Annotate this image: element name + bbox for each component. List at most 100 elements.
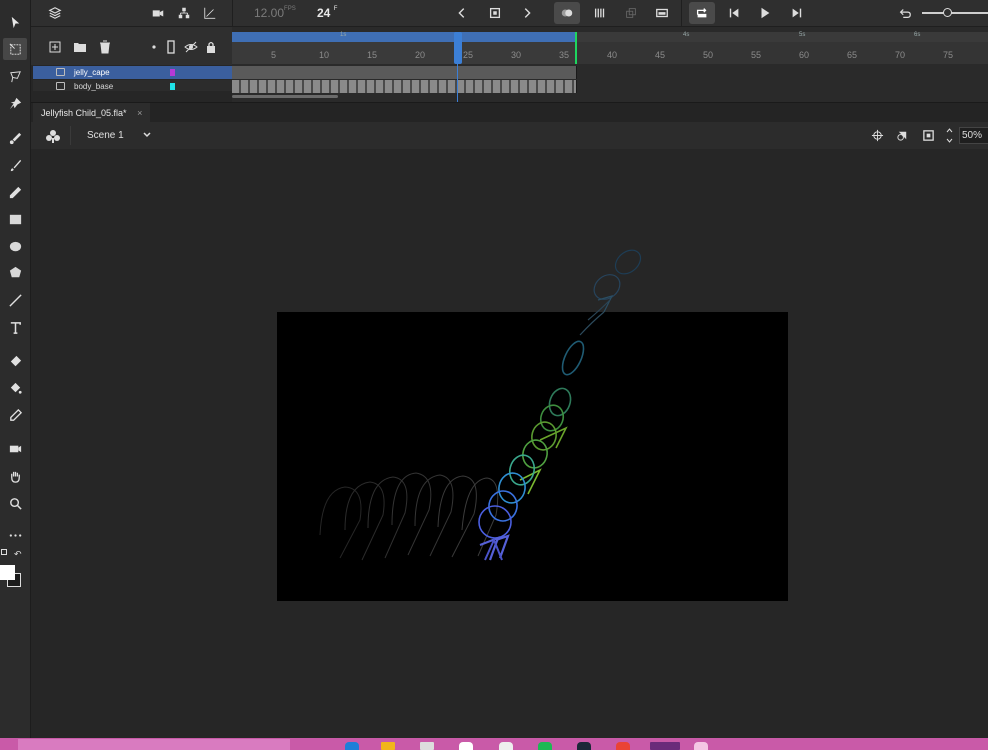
- fill-color-swatch[interactable]: [0, 565, 15, 580]
- text-icon[interactable]: [3, 316, 27, 338]
- pencil-icon[interactable]: [3, 181, 27, 203]
- stage[interactable]: [277, 312, 788, 601]
- frame-row-body-base[interactable]: [232, 80, 988, 93]
- onion-skin-icon[interactable]: [554, 2, 580, 24]
- brush-icon[interactable]: [3, 154, 27, 176]
- close-icon[interactable]: ×: [137, 108, 142, 118]
- fps-unit: FPS: [284, 6, 296, 12]
- taskbar-search[interactable]: [18, 739, 290, 750]
- frame-number: 35: [559, 50, 570, 60]
- paint-brush-icon[interactable]: [3, 127, 27, 149]
- file-explorer-icon[interactable]: [381, 742, 395, 750]
- layer-row-body-base[interactable]: body_base: [33, 80, 232, 91]
- spotify-icon[interactable]: [538, 742, 552, 750]
- scene-icon[interactable]: [45, 128, 61, 144]
- new-layer-icon[interactable]: [48, 40, 62, 54]
- zoom-stepper[interactable]: [945, 126, 954, 145]
- hide-layer-icon[interactable]: [184, 40, 198, 54]
- layer-color-swatch[interactable]: [170, 83, 175, 90]
- keyframe-icon[interactable]: [486, 4, 504, 22]
- default-colors-icon[interactable]: [1, 549, 7, 555]
- playhead[interactable]: [454, 32, 462, 64]
- seconds-ruler[interactable]: 1s 4s 5s 6s: [232, 32, 988, 42]
- loop-icon[interactable]: [689, 2, 715, 24]
- layers-stack-icon[interactable]: [46, 4, 64, 22]
- frame-row-jelly-cape[interactable]: [232, 66, 988, 79]
- play-icon[interactable]: [756, 4, 774, 22]
- center-stage-icon[interactable]: [871, 129, 884, 142]
- frame-unit: F: [333, 6, 338, 12]
- clip-stage-icon[interactable]: [922, 129, 935, 142]
- timeline-zoom-slider[interactable]: [922, 8, 988, 17]
- mail-icon[interactable]: [459, 742, 473, 750]
- edit-multiple-frames-icon[interactable]: [591, 4, 609, 22]
- folder-icon[interactable]: [73, 40, 87, 54]
- frame-number: 75: [943, 50, 954, 60]
- selected-frame-span: [232, 32, 577, 42]
- timeline-toolbar: 12.00FPS 24 F: [31, 0, 988, 27]
- layer-type-icon: [56, 82, 65, 90]
- frame-value: 24: [317, 6, 331, 20]
- swap-colors-icon[interactable]: ↶: [14, 549, 24, 559]
- more-icon[interactable]: [3, 524, 27, 546]
- pin-icon[interactable]: [3, 92, 27, 114]
- lock-icon[interactable]: [204, 40, 218, 54]
- rotate-stage-icon[interactable]: [896, 129, 909, 142]
- highlight-dot-icon[interactable]: [147, 40, 161, 54]
- zoom-icon[interactable]: [3, 492, 27, 514]
- layer-color-swatch[interactable]: [170, 69, 175, 76]
- step-back-icon[interactable]: [725, 4, 743, 22]
- camera-icon[interactable]: [3, 437, 27, 459]
- chevron-down-icon[interactable]: [142, 130, 152, 140]
- oval-icon[interactable]: [3, 235, 27, 257]
- step-forward-icon[interactable]: [788, 4, 806, 22]
- paint-bucket-icon[interactable]: [3, 377, 27, 399]
- parenting-icon[interactable]: [175, 4, 193, 22]
- free-transform-icon[interactable]: [3, 38, 27, 60]
- document-tab[interactable]: Jellyfish Child_05.fla* ×: [33, 103, 151, 123]
- frame-number: 15: [367, 50, 378, 60]
- undo-icon[interactable]: [896, 4, 914, 22]
- frame-span[interactable]: [232, 80, 577, 93]
- layer-row-jelly-cape[interactable]: jelly_cape: [33, 66, 232, 79]
- slider-knob[interactable]: [943, 8, 952, 17]
- eyedropper-icon[interactable]: [3, 404, 27, 426]
- frame-number: 70: [895, 50, 906, 60]
- chevron-left-icon[interactable]: [453, 4, 471, 22]
- fps-value: 12.00: [254, 6, 285, 20]
- rectangle-icon[interactable]: [3, 208, 27, 230]
- app-icon[interactable]: [499, 742, 513, 750]
- store-icon[interactable]: [420, 742, 434, 750]
- hand-icon[interactable]: [3, 465, 27, 487]
- eraser-icon[interactable]: [3, 350, 27, 372]
- layer-name: body_base: [74, 82, 114, 91]
- timeline-frames[interactable]: 1s 4s 5s 6s 5 10 15 20 25 30 35 40 45 50…: [232, 27, 988, 102]
- create-tween-icon[interactable]: [622, 4, 640, 22]
- graph-icon[interactable]: [201, 4, 219, 22]
- line-icon[interactable]: [3, 289, 27, 311]
- frame-display[interactable]: 24 F: [317, 6, 337, 20]
- insert-frame-icon[interactable]: [653, 4, 671, 22]
- document-tab-label: Jellyfish Child_05.fla*: [41, 108, 127, 118]
- frame-number: 20: [415, 50, 426, 60]
- steam-icon[interactable]: [577, 742, 591, 750]
- end-marker[interactable]: [575, 32, 577, 64]
- chevron-right-icon[interactable]: [518, 4, 536, 22]
- scene-label[interactable]: Scene 1: [87, 130, 124, 141]
- frame-number: 45: [655, 50, 666, 60]
- frame-ruler[interactable]: 5 10 15 20 25 30 35 40 45 50 55 60 65 70…: [232, 42, 988, 64]
- zoom-input[interactable]: 50%: [959, 127, 988, 144]
- app-icon[interactable]: [694, 742, 708, 750]
- edge-icon[interactable]: [345, 742, 359, 750]
- camera-toggle-icon[interactable]: [149, 4, 167, 22]
- frame-span[interactable]: [232, 66, 577, 79]
- polystar-icon[interactable]: [3, 261, 27, 283]
- animate-active-icon[interactable]: [650, 742, 680, 750]
- selection-arrow-icon[interactable]: [3, 11, 27, 33]
- chrome-icon[interactable]: [616, 742, 630, 750]
- lasso-icon[interactable]: [3, 65, 27, 87]
- outline-icon[interactable]: [164, 40, 178, 54]
- fps-display[interactable]: 12.00FPS: [254, 6, 296, 20]
- timeline-scrollbar[interactable]: [232, 95, 338, 98]
- trash-icon[interactable]: [98, 40, 112, 54]
